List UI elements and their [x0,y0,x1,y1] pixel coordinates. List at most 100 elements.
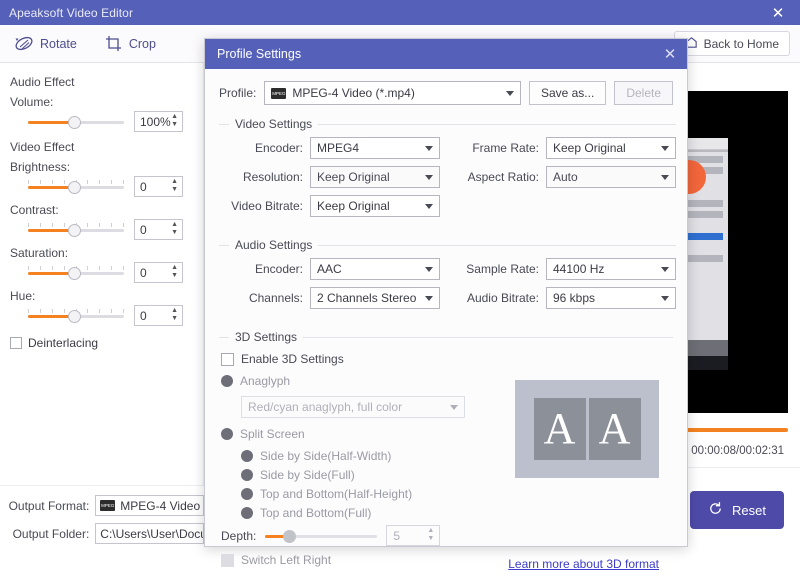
video-encoder-select[interactable]: MPEG4 [310,137,440,159]
profile-select[interactable]: MPEG MPEG-4 Video (*.mp4) [264,81,521,105]
audio-encoder-row: Encoder: AAC [219,258,451,280]
saturation-stepper-arrows[interactable]: ▲▼ [171,265,178,279]
hue-label: Hue: [10,289,193,303]
side-by-side-full-radio[interactable] [241,469,253,481]
video-settings-group: Video Settings Encoder: MPEG4 Resolution… [219,117,676,232]
deinterlacing-row[interactable]: Deinterlacing [10,336,193,350]
switch-left-right-label: Switch Left Right [241,553,331,567]
frame-rate-select[interactable]: Keep Original [546,137,676,159]
toolbar-item-rotate[interactable]: Rotate [0,25,91,63]
hue-stepper[interactable]: 0 ▲▼ [134,305,183,326]
volume-slider[interactable] [28,115,124,129]
save-as-button[interactable]: Save as... [529,81,606,105]
split-screen-row[interactable]: Split Screen [221,427,513,441]
deinterlacing-label: Deinterlacing [28,336,98,350]
delete-button[interactable]: Delete [614,81,673,105]
channels-select[interactable]: 2 Channels Stereo [310,287,440,309]
deinterlacing-checkbox[interactable] [10,337,22,349]
video-bitrate-select[interactable]: Keep Original [310,195,440,217]
split-option-top-bottom-full[interactable]: Top and Bottom(Full) [241,506,513,520]
save-as-label: Save as... [541,86,594,100]
top-bottom-full-radio[interactable] [241,507,253,519]
brightness-slider[interactable] [28,180,124,194]
brightness-stepper[interactable]: 0 ▲▼ [134,176,183,197]
enable-3d-label: Enable 3D Settings [241,352,344,366]
toolbar-item-crop[interactable]: Crop [91,25,170,63]
playback-time-display: 00:00:08/00:02:31 [691,445,784,457]
window-close-button[interactable]: ✕ [756,0,800,25]
aspect-ratio-select[interactable]: Auto [546,166,676,188]
depth-stepper[interactable]: 5 ▲▼ [386,525,440,546]
video-encoder-label: Encoder: [219,141,303,155]
split-option-top-bottom-half[interactable]: Top and Bottom(Half-Height) [241,487,513,501]
anaglyph-row[interactable]: Anaglyph [221,374,513,388]
frame-rate-value: Keep Original [553,141,626,155]
audio-bitrate-value: 96 kbps [553,291,595,305]
chevron-down-icon [661,175,669,180]
hue-slider[interactable] [28,309,124,323]
video-encoder-row: Encoder: MPEG4 [219,137,451,159]
output-folder-input[interactable]: C:\Users\User\Docume [95,523,204,544]
channels-row: Channels: 2 Channels Stereo [219,287,451,309]
three-d-settings-group: 3D Settings A A Enable 3D Settings Anagl… [219,330,673,583]
depth-value: 5 [393,529,400,543]
aspect-ratio-label: Aspect Ratio: [451,170,539,184]
reset-button[interactable]: Reset [690,491,784,529]
aspect-ratio-value: Auto [553,170,578,184]
hue-stepper-arrows[interactable]: ▲▼ [171,308,178,322]
volume-stepper-arrows[interactable]: ▲▼ [171,114,178,128]
learn-more-3d-link[interactable]: Learn more about 3D format [508,557,659,571]
audio-encoder-select[interactable]: AAC [310,258,440,280]
dialog-title-bar: Profile Settings ✕ [205,39,687,69]
depth-stepper-arrows[interactable]: ▲▼ [427,528,434,542]
anaglyph-radio[interactable] [221,375,233,387]
top-bottom-half-radio[interactable] [241,488,253,500]
saturation-slider[interactable] [28,266,124,280]
output-format-select[interactable]: MPEG MPEG-4 Video (*. [95,495,204,516]
saturation-stepper[interactable]: 0 ▲▼ [134,262,183,283]
depth-row: Depth: 5 ▲▼ [221,525,513,546]
sample-rate-select[interactable]: 44100 Hz [546,258,676,280]
back-to-home-button[interactable]: Back to Home [674,31,790,56]
audio-bitrate-label: Audio Bitrate: [451,291,539,305]
volume-stepper[interactable]: 100% ▲▼ [134,111,183,132]
volume-value: 100% [140,115,171,129]
chevron-down-icon [425,146,433,151]
frame-rate-label: Frame Rate: [451,141,539,155]
output-folder-value: C:\Users\User\Docume [100,527,204,541]
video-effect-heading: Video Effect [10,140,193,154]
chevron-down-icon [425,175,433,180]
switch-left-right-checkbox[interactable] [221,554,234,567]
contrast-slider[interactable] [28,223,124,237]
chevron-down-icon [506,91,514,96]
side-by-side-half-label: Side by Side(Half-Width) [260,449,391,463]
enable-3d-checkbox[interactable] [221,353,234,366]
side-by-side-half-radio[interactable] [241,450,253,462]
switch-left-right-row[interactable]: Switch Left Right [221,553,513,567]
split-option-side-by-side-full[interactable]: Side by Side(Full) [241,468,513,482]
audio-bitrate-select[interactable]: 96 kbps [546,287,676,309]
three-d-preview-right: A [589,398,641,460]
contrast-stepper[interactable]: 0 ▲▼ [134,219,183,240]
split-option-side-by-side-half[interactable]: Side by Side(Half-Width) [241,449,513,463]
mpeg-film-icon: MPEG [271,88,286,99]
sample-rate-row: Sample Rate: 44100 Hz [451,258,676,280]
video-bitrate-row: Video Bitrate: Keep Original [219,195,451,217]
split-screen-radio[interactable] [221,428,233,440]
brightness-stepper-arrows[interactable]: ▲▼ [171,179,178,193]
brightness-label: Brightness: [10,160,193,174]
chevron-down-icon [661,296,669,301]
contrast-stepper-arrows[interactable]: ▲▼ [171,222,178,236]
anaglyph-select[interactable]: Red/cyan anaglyph, full color [241,396,465,418]
channels-value: 2 Channels Stereo [317,291,416,305]
enable-3d-row[interactable]: Enable 3D Settings [221,352,513,366]
depth-slider[interactable] [265,529,377,543]
resolution-select[interactable]: Keep Original [310,166,440,188]
sample-rate-label: Sample Rate: [451,262,539,276]
anaglyph-label: Anaglyph [240,374,290,388]
dialog-close-button[interactable]: ✕ [653,39,687,69]
three-d-settings-legend: 3D Settings [229,330,303,344]
mpeg-film-icon: MPEG [100,500,115,511]
hue-value: 0 [140,309,147,323]
profile-value: MPEG-4 Video (*.mp4) [292,86,415,100]
